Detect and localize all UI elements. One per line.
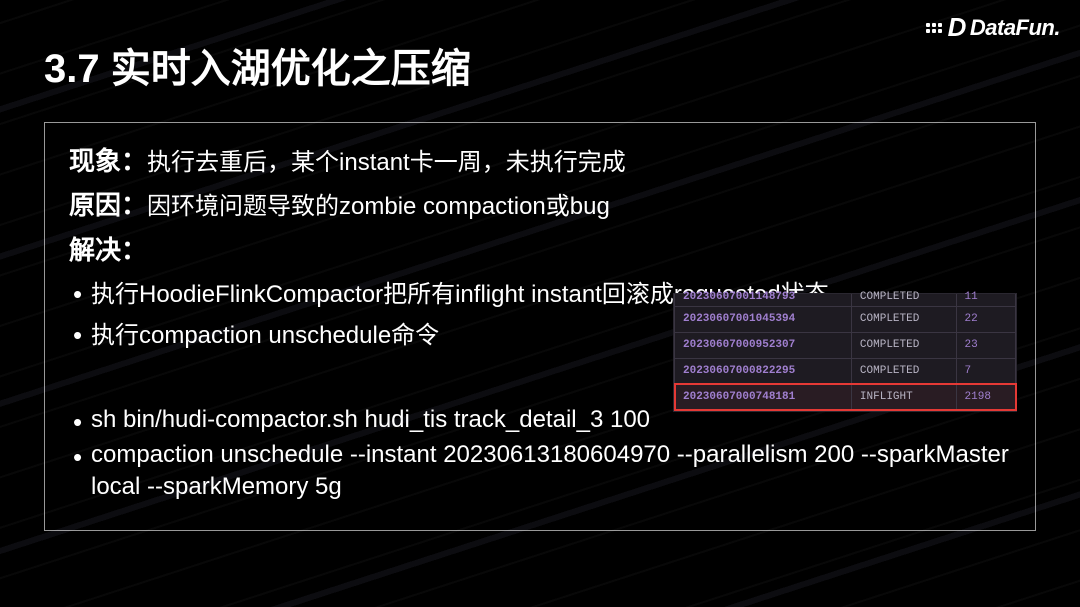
command-bullets: sh bin/hudi-compactor.sh hudi_tis track_… (69, 404, 1011, 502)
slide-content: 3.7 实时入湖优化之压缩 现象：执行去重后，某个instant卡一周，未执行完… (0, 0, 1080, 531)
logo-d: D (948, 12, 966, 43)
instant-count: 23 (956, 332, 1015, 358)
instant-id: 20230607001148793 (675, 294, 852, 306)
brand-logo: DDataFun. (926, 12, 1060, 43)
instant-id: 20230607000822295 (675, 358, 852, 384)
solution-row: 解决： (69, 230, 1011, 270)
instant-count: 22 (956, 306, 1015, 332)
instant-count: 2198 (956, 384, 1015, 410)
command-bullet: compaction unschedule --instant 20230613… (69, 439, 1011, 501)
table-row: 20230607001045394COMPLETED22 (675, 306, 1016, 332)
instant-status: COMPLETED (851, 358, 956, 384)
content-box: 现象：执行去重后，某个instant卡一周，未执行完成 原因：因环境问题导致的z… (44, 122, 1036, 531)
instant-table: 20230607001148793COMPLETED11202306070010… (673, 293, 1017, 412)
table-row: 20230607000952307COMPLETED23 (675, 332, 1016, 358)
instant-status: COMPLETED (851, 294, 956, 306)
instant-id: 20230607000952307 (675, 332, 852, 358)
phenomenon-label: 现象： (69, 146, 147, 176)
table-row: 20230607000748181INFLIGHT2198 (675, 384, 1016, 410)
instant-id: 20230607001045394 (675, 306, 852, 332)
phenomenon-row: 现象：执行去重后，某个instant卡一周，未执行完成 (69, 141, 1011, 181)
phenomenon-text: 执行去重后，某个instant卡一周，未执行完成 (147, 149, 626, 176)
instant-status: INFLIGHT (851, 384, 956, 410)
instant-count: 11 (956, 294, 1015, 306)
logo-text: DataFun. (970, 15, 1060, 41)
logo-dots-icon (926, 23, 942, 33)
table-row: 20230607000822295COMPLETED7 (675, 358, 1016, 384)
instant-status: COMPLETED (851, 306, 956, 332)
cause-row: 原因：因环境问题导致的zombie compaction或bug (69, 185, 1011, 225)
instant-count: 7 (956, 358, 1015, 384)
cause-label: 原因： (69, 190, 147, 220)
instant-id: 20230607000748181 (675, 384, 852, 410)
solution-label: 解决： (69, 235, 147, 265)
table-row: 20230607001148793COMPLETED11 (675, 294, 1016, 306)
slide-title: 3.7 实时入湖优化之压缩 (44, 36, 1036, 94)
instant-status: COMPLETED (851, 332, 956, 358)
cause-text: 因环境问题导致的zombie compaction或bug (147, 193, 610, 220)
